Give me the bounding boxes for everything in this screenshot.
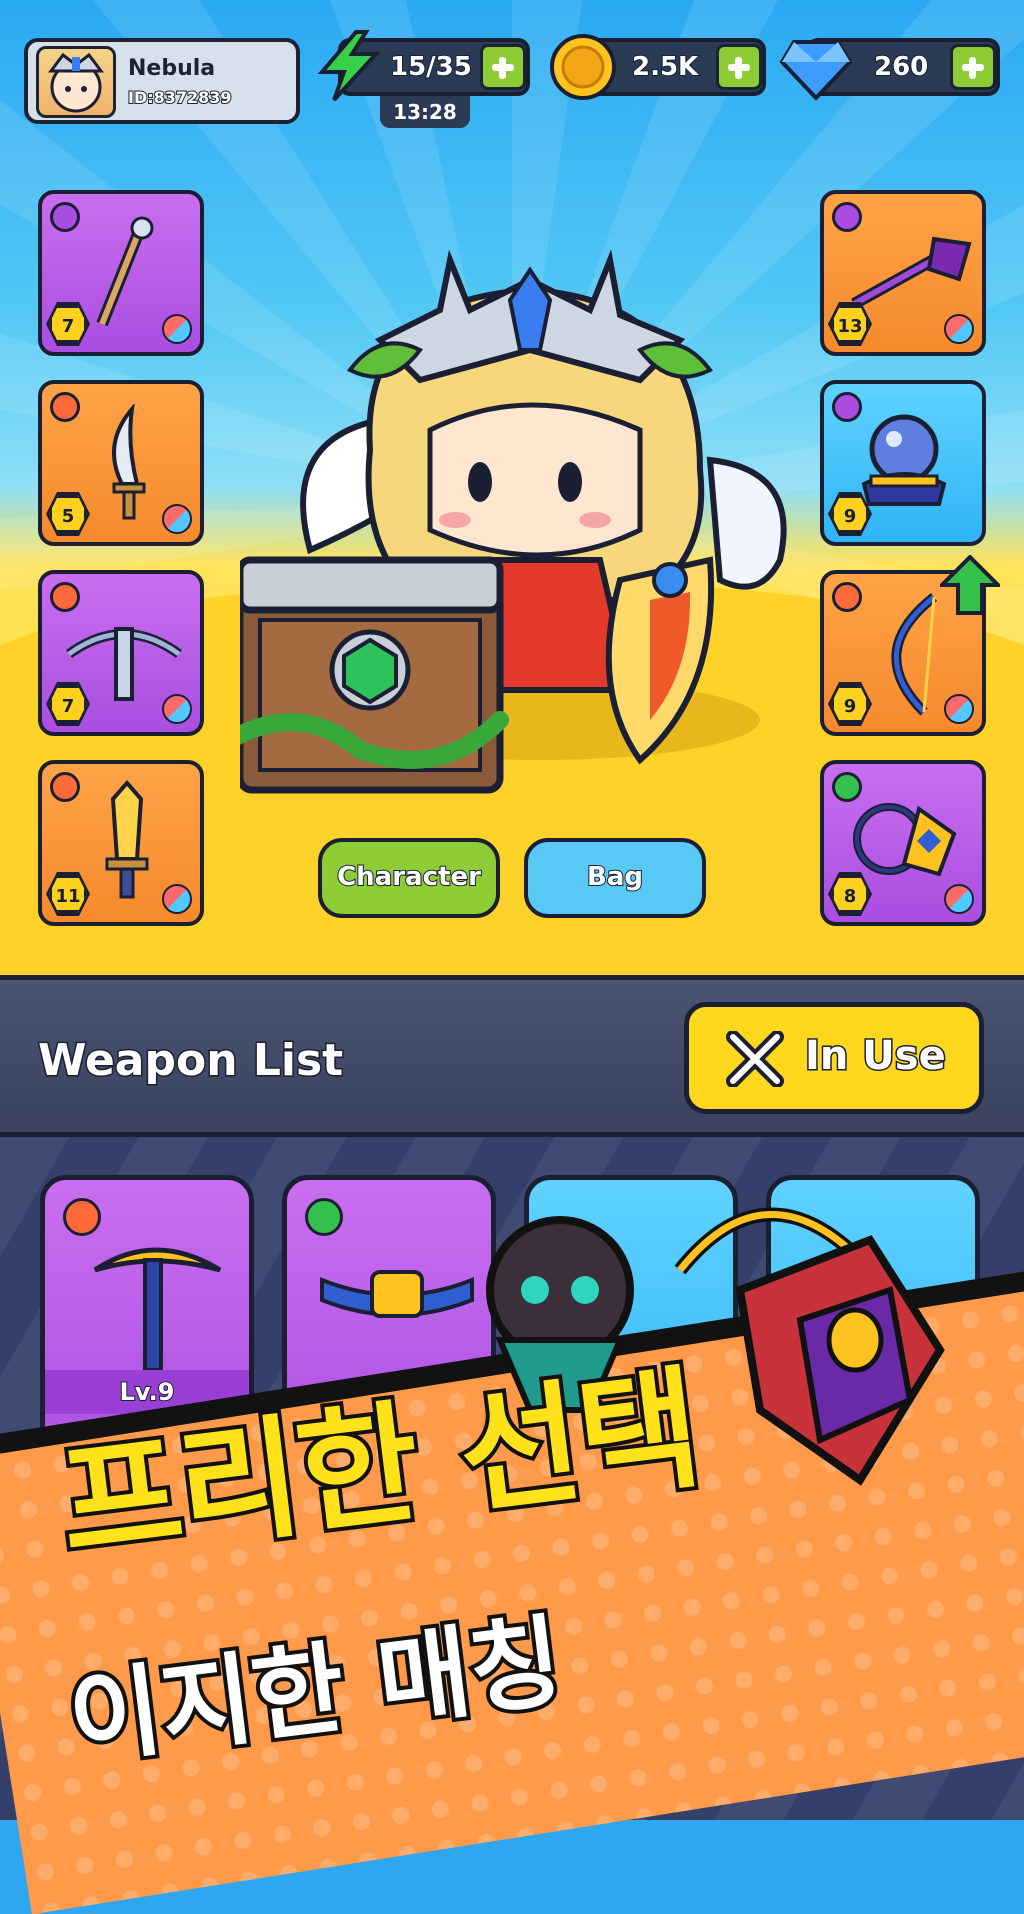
equip-slot-crystal-ball[interactable]: 9 [820, 380, 986, 546]
equip-slot-crossbow[interactable]: 7 [38, 570, 204, 736]
crystal-ball-icon [861, 414, 947, 506]
element-icon [162, 884, 192, 914]
energy-timer: 13:28 [380, 96, 470, 128]
element-icon [944, 694, 974, 724]
gem-icon [780, 40, 852, 101]
in-use-button[interactable]: In Use [684, 1002, 984, 1114]
element-icon [162, 504, 192, 534]
element-icon [162, 694, 192, 724]
player-id: ID:8372839 [127, 87, 233, 108]
equip-slot-scepter[interactable]: 13 [820, 190, 986, 356]
energy-value: 15/35 [389, 51, 473, 83]
gem-add-button[interactable] [950, 44, 996, 90]
player-name: Nebula [128, 56, 216, 81]
hero-character[interactable] [240, 220, 800, 800]
gold-add-button[interactable] [716, 44, 762, 90]
gem-value: 260 [873, 51, 929, 83]
attack-icon [50, 392, 80, 422]
star-icon [50, 202, 80, 232]
gold-coin-icon [550, 34, 616, 100]
equip-slot-amulet[interactable]: 8 [820, 760, 986, 926]
attack-icon [50, 772, 80, 802]
equip-slot-sword[interactable]: 11 [38, 760, 204, 926]
energy-bolt-icon [317, 30, 381, 102]
element-icon [944, 884, 974, 914]
element-icon [944, 314, 974, 344]
element-icon [162, 314, 192, 344]
attack-icon [832, 582, 862, 612]
player-profile[interactable]: Nebula ID:8372839 [24, 38, 300, 124]
equip-slot-dagger[interactable]: 5 [38, 380, 204, 546]
gold-value: 2.5K [631, 51, 699, 83]
bag-button[interactable]: Bag [524, 838, 706, 918]
character-button[interactable]: Character [318, 838, 500, 918]
sword-icon [105, 779, 149, 899]
crossed-swords-icon [726, 1031, 784, 1087]
staff-icon [96, 216, 154, 327]
weapon-list-title: Weapon List [36, 1034, 344, 1088]
dagger-icon [112, 404, 146, 520]
upgrade-arrow-icon [940, 555, 1000, 615]
weapon-list-header: Weapon List In Use [0, 975, 1024, 1137]
pickaxe-icon [93, 1247, 222, 1372]
shield-icon [305, 1198, 343, 1236]
equip-slot-staff[interactable]: 7 [38, 190, 204, 356]
in-use-label: In Use [804, 1032, 948, 1081]
energy-add-button[interactable] [480, 44, 526, 90]
avatar[interactable] [36, 46, 116, 118]
